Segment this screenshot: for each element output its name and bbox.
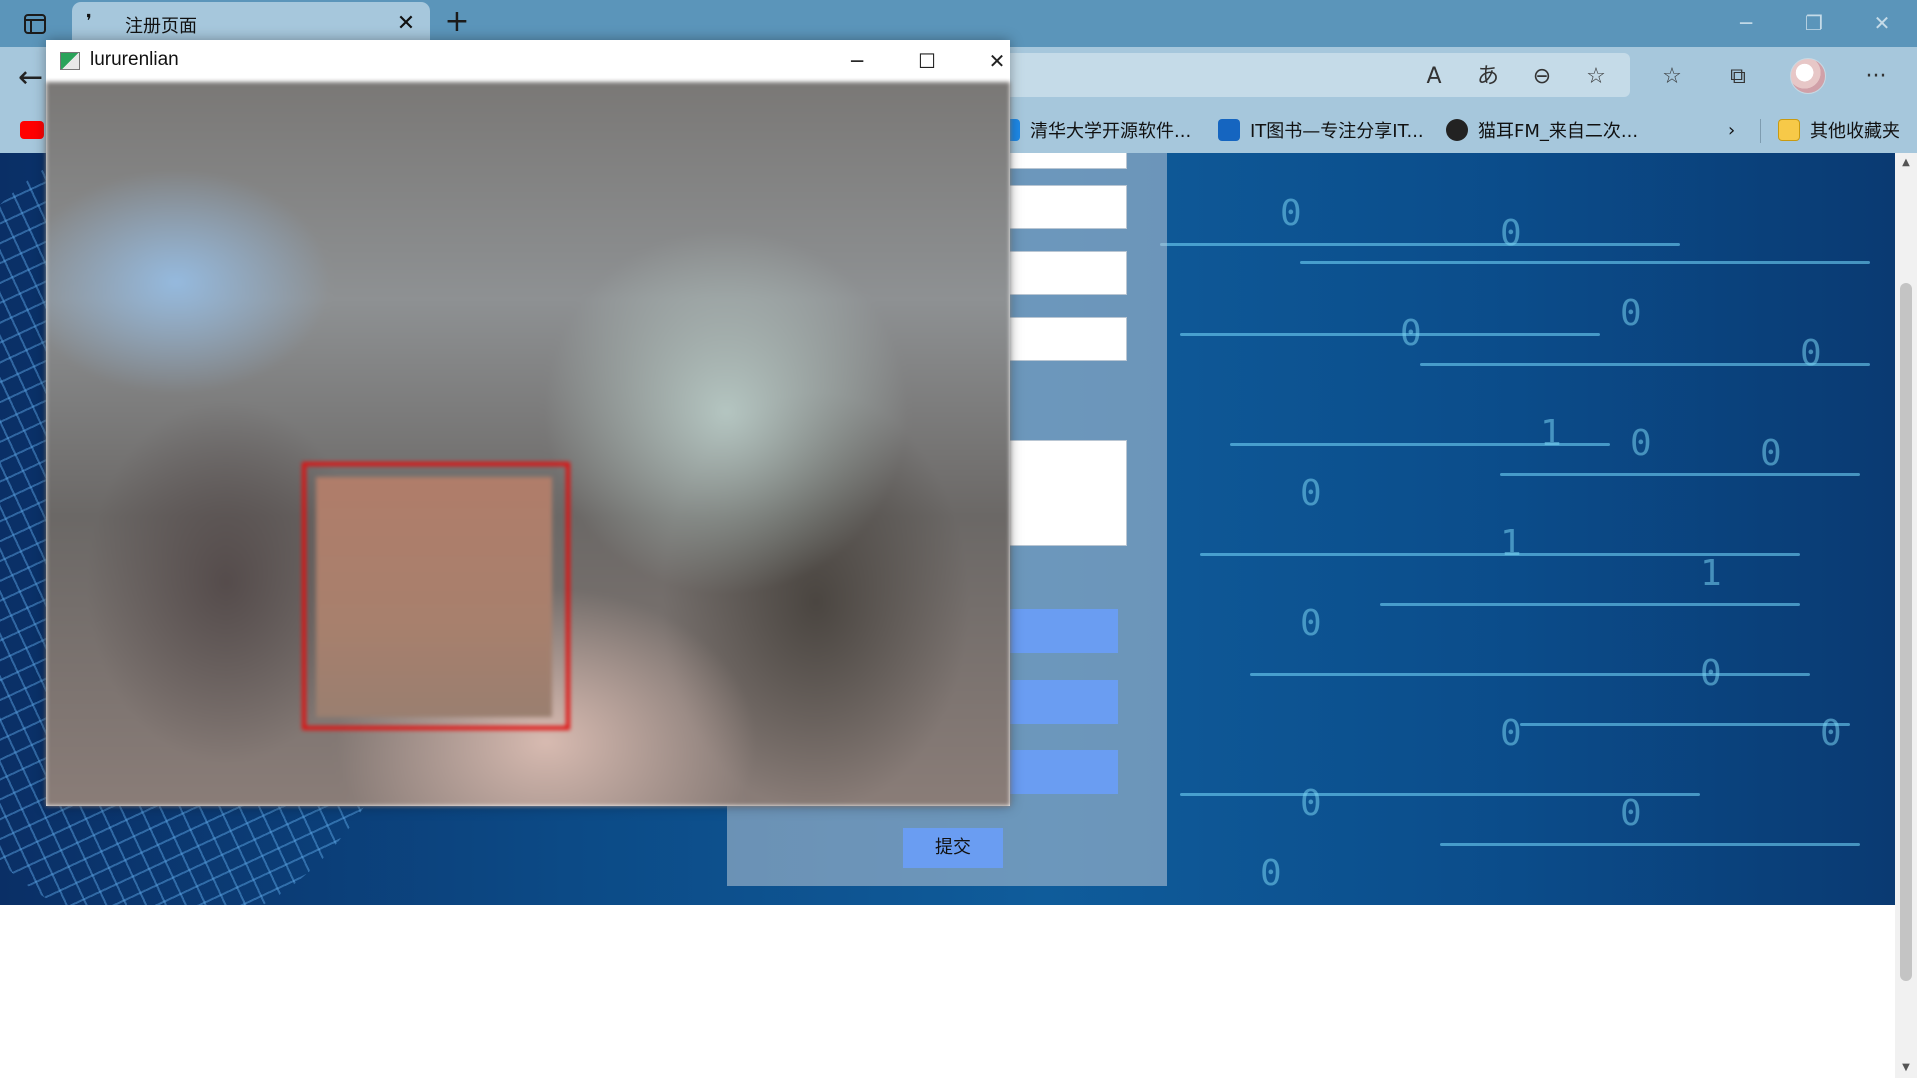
close-icon[interactable]: ✕ — [394, 12, 418, 36]
camera-window-title: lururenlian — [90, 49, 179, 70]
bookmark-icon — [1446, 119, 1468, 141]
camera-feed — [46, 82, 1010, 806]
collections-icon[interactable]: ⧉ — [1720, 59, 1756, 95]
page-scrollbar[interactable]: ▲ ▼ — [1895, 153, 1917, 1078]
scroll-down-icon[interactable]: ▼ — [1895, 1058, 1917, 1078]
form-button[interactable] — [997, 609, 1118, 653]
submit-button[interactable]: 提交 — [903, 828, 1003, 868]
form-input[interactable] — [997, 153, 1127, 169]
plus-icon[interactable]: + — [440, 7, 474, 38]
favorite-item-itbook[interactable]: IT图书—专注分享IT... — [1218, 115, 1424, 145]
minimize-icon[interactable]: ─ — [834, 46, 880, 76]
read-aloud-icon[interactable]: A — [1416, 59, 1452, 95]
form-textarea[interactable] — [997, 440, 1127, 546]
favorites-separator — [1760, 119, 1761, 143]
favorite-label: 猫耳FM_来自二次... — [1478, 121, 1639, 142]
close-icon[interactable]: ✕ — [974, 46, 1020, 76]
folder-icon — [1778, 119, 1800, 141]
favorite-label: IT图书—专注分享IT... — [1250, 121, 1424, 142]
form-button[interactable] — [997, 750, 1118, 794]
bookmark-icon — [1218, 119, 1240, 141]
favorite-label: 清华大学开源软件... — [1030, 121, 1192, 142]
form-input[interactable] — [997, 251, 1127, 295]
scroll-thumb[interactable] — [1900, 283, 1912, 981]
favorites-icon[interactable]: ☆ — [1654, 59, 1690, 95]
avatar[interactable] — [1790, 58, 1826, 94]
restore-icon[interactable]: ❐ — [1792, 8, 1836, 38]
zoom-out-icon[interactable]: ⊖ — [1524, 59, 1560, 95]
form-input[interactable] — [997, 317, 1127, 361]
scroll-up-icon[interactable]: ▲ — [1895, 153, 1917, 173]
tab-favicon-icon: ❜ — [86, 11, 92, 32]
translate-icon[interactable]: あ — [1470, 59, 1506, 95]
maximize-icon[interactable]: ☐ — [904, 46, 950, 76]
minimize-icon[interactable]: ─ — [1724, 8, 1768, 38]
app-icon — [60, 52, 80, 70]
add-favorite-icon[interactable]: ☆ — [1578, 59, 1614, 95]
favorite-item-other[interactable]: 其他收藏夹 — [1778, 115, 1900, 145]
face-detection-box — [302, 462, 570, 730]
close-icon[interactable]: ✕ — [1860, 8, 1904, 38]
chevron-right-icon[interactable]: › — [1728, 115, 1735, 145]
tab-title: 注册页面 — [125, 16, 197, 37]
favorite-item-tsinghua[interactable]: 清华大学开源软件... — [1006, 115, 1191, 145]
more-icon[interactable]: ··· — [1858, 59, 1894, 95]
favorite-item-missevan[interactable]: 猫耳FM_来自二次... — [1446, 115, 1638, 145]
camera-window-titlebar[interactable]: lururenlian ─ ☐ ✕ — [46, 40, 1010, 82]
tab-actions-icon[interactable] — [18, 10, 52, 38]
favorite-label: 其他收藏夹 — [1810, 121, 1900, 142]
form-input[interactable] — [997, 185, 1127, 229]
camera-window: lururenlian ─ ☐ ✕ — [46, 40, 1010, 806]
form-button[interactable] — [997, 680, 1118, 724]
